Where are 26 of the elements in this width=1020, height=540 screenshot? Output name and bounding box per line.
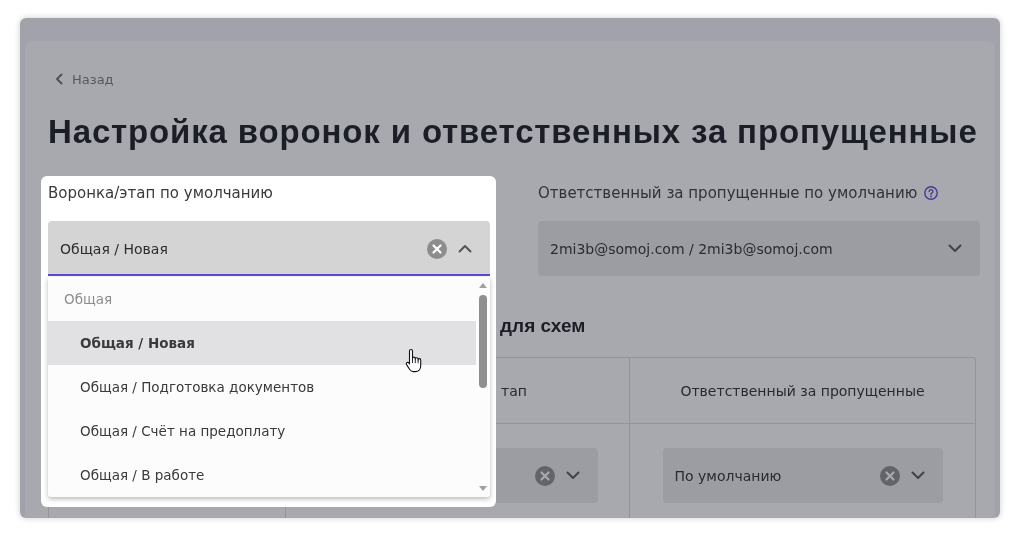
dropdown-select[interactable]: 2mi3b@somoj.com / 2mi3b@somoj.com bbox=[538, 221, 980, 276]
column-header: Ответственный за пропущенные bbox=[680, 382, 925, 399]
dropdown-select[interactable]: Общая / Новая bbox=[48, 221, 490, 276]
page-title: Настройка воронок и ответственных за пропущенные bbox=[48, 112, 979, 152]
dropdown-option[interactable]: Общая / В работе bbox=[48, 453, 476, 497]
scroll-up-icon[interactable] bbox=[479, 283, 487, 288]
option-group-label: Общая bbox=[63, 290, 114, 309]
hand-cursor-icon bbox=[405, 348, 423, 373]
field-label: Воронка/этап по умолчанию bbox=[48, 184, 273, 202]
chevron-left-icon bbox=[55, 73, 63, 85]
chevron-down-icon[interactable] bbox=[910, 471, 925, 480]
chevron-down-icon[interactable] bbox=[948, 244, 962, 253]
clear-icon[interactable] bbox=[534, 465, 555, 486]
chevron-up-icon[interactable] bbox=[458, 244, 472, 253]
clear-icon[interactable] bbox=[427, 238, 447, 259]
column-header: тап bbox=[501, 382, 527, 399]
help-icon[interactable] bbox=[924, 186, 939, 200]
dropdown-option[interactable]: Общая / Счёт на предоплату bbox=[48, 409, 476, 453]
field-label: Ответственный за пропущенные по умолчанию bbox=[538, 184, 918, 202]
section-heading: для схем bbox=[500, 314, 587, 338]
scrollbar-thumb[interactable] bbox=[479, 295, 487, 388]
dropdown-select[interactable]: По умолчанию bbox=[662, 448, 943, 503]
clear-icon[interactable] bbox=[879, 465, 900, 486]
chevron-down-icon[interactable] bbox=[565, 471, 580, 480]
dropdown-option[interactable]: Общая / Подготовка документов bbox=[48, 365, 476, 409]
scroll-down-icon[interactable] bbox=[479, 486, 487, 491]
